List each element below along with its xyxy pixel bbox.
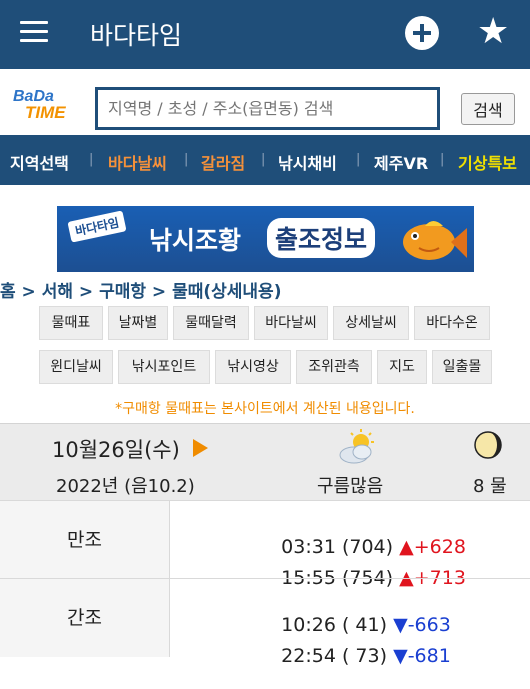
tide-label-low: 간조 xyxy=(0,579,170,657)
btn-windy-weather[interactable]: 윈디날씨 xyxy=(39,350,113,384)
plus-circle-icon[interactable] xyxy=(405,16,439,50)
nav-separator: | xyxy=(184,152,189,167)
nav-separator: | xyxy=(261,152,266,167)
logo-line2: TIME xyxy=(25,103,66,122)
btn-tide-observation[interactable]: 조위관측 xyxy=(296,350,372,384)
banner-text-trip: 출조정보 xyxy=(267,218,376,258)
btn-detail-weather[interactable]: 상세날씨 xyxy=(333,306,409,340)
tide-label-high: 만조 xyxy=(0,501,170,579)
search-bar: BaDa TIME 검색 xyxy=(0,69,530,135)
nav-separator: | xyxy=(440,152,445,167)
weather-text: 구름많음 xyxy=(317,476,384,497)
btn-tide-calendar[interactable]: 물때달력 xyxy=(173,306,249,340)
tide-time: 22:54 ( 73) xyxy=(281,645,394,667)
nav-fishing-gear[interactable]: 낚시채비 xyxy=(278,150,337,174)
banner-tag: 바다타임 xyxy=(67,210,127,243)
nav-jeju-vr[interactable]: 제주VR xyxy=(374,150,428,174)
tide-entry: 22:54 ( 73) ▼-681 xyxy=(257,623,451,689)
search-button[interactable]: 검색 xyxy=(461,93,515,125)
nav-separator: | xyxy=(356,152,361,167)
banner-text-fishing: 낚시조황 xyxy=(149,226,242,255)
notice-text: *구매항 물때표는 본사이트에서 계산된 내용입니다. xyxy=(115,401,415,417)
app-title: 바다타임 xyxy=(90,21,183,50)
tide-change: -681 xyxy=(407,645,451,667)
btn-by-date[interactable]: 날짜별 xyxy=(108,306,168,340)
bada-time-logo[interactable]: BaDa TIME xyxy=(13,89,81,125)
next-date-arrow-icon[interactable] xyxy=(193,439,208,457)
breadcrumb[interactable]: 홈 > 서해 > 구매항 > 물때(상세내용) xyxy=(0,277,281,302)
btn-sea-weather[interactable]: 바다날씨 xyxy=(254,306,328,340)
app-bar: 바다타임 ★ xyxy=(0,0,530,69)
year-lunar-date: 2022년 (음10.2) xyxy=(56,476,195,497)
hamburger-icon[interactable] xyxy=(20,21,48,45)
search-input[interactable] xyxy=(95,87,440,130)
moon-phase-icon xyxy=(474,431,502,459)
btn-tide-table[interactable]: 물때표 xyxy=(39,306,103,340)
btn-sea-temp[interactable]: 바다수온 xyxy=(414,306,490,340)
btn-sunrise-sunset[interactable]: 일출몰 xyxy=(432,350,492,384)
btn-map[interactable]: 지도 xyxy=(377,350,427,384)
nav-sea-weather[interactable]: 바다날씨 xyxy=(108,150,167,174)
tide-phase-text: 8 물 xyxy=(473,476,507,497)
fish-icon xyxy=(403,221,467,260)
btn-fishing-video[interactable]: 낚시영상 xyxy=(215,350,291,384)
nav-region-select[interactable]: 지역선택 xyxy=(10,150,69,174)
nav-weather-warning[interactable]: 기상특보 xyxy=(458,150,517,174)
tide-row-high: 만조 03:31 (704) ▲+628 15:55 (754) ▲+713 xyxy=(0,500,530,589)
star-icon[interactable]: ★ xyxy=(477,12,509,52)
tide-down-arrow-icon: ▼ xyxy=(393,645,408,667)
partly-cloudy-icon xyxy=(339,429,374,464)
nav-sea-parting[interactable]: 갈라짐 xyxy=(201,150,245,174)
current-date: 10월26일(수) xyxy=(52,438,180,462)
fishing-report-banner[interactable]: 바다타임 낚시조황 출조정보 xyxy=(57,206,474,272)
nav-separator: | xyxy=(89,152,94,167)
main-nav: 지역선택 | 바다날씨 | 갈라짐 | 낚시채비 | 제주VR | 기상특보 xyxy=(0,135,530,185)
day-summary: 10월26일(수) 2022년 (음10.2) xyxy=(0,423,530,500)
tide-row-low: 간조 10:26 ( 41) ▼-663 22:54 ( 73) ▼-681 xyxy=(0,578,530,667)
btn-fishing-point[interactable]: 낚시포인트 xyxy=(118,350,210,384)
